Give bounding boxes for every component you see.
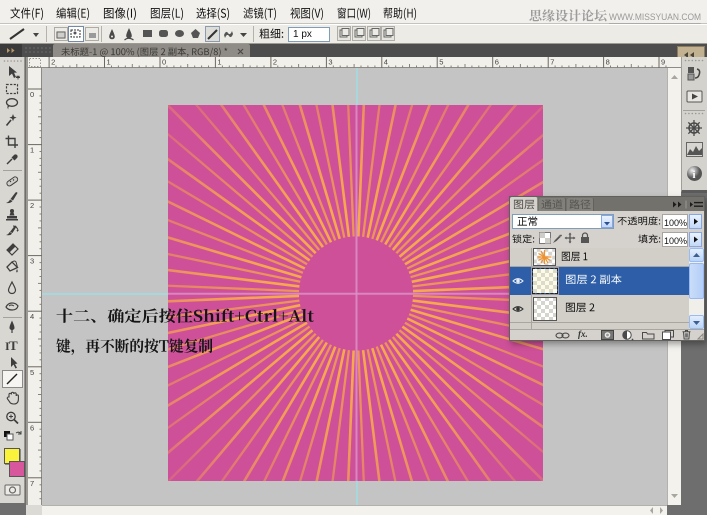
svg-text:7: 7 xyxy=(30,479,34,488)
svg-text:5: 5 xyxy=(439,58,443,67)
svg-text:4: 4 xyxy=(384,58,388,67)
svg-text:9: 9 xyxy=(661,58,665,67)
svg-text:2: 2 xyxy=(30,201,34,210)
svg-text:1: 1 xyxy=(217,58,221,67)
svg-text:2: 2 xyxy=(273,58,277,67)
svg-text:6: 6 xyxy=(495,58,499,67)
svg-text:i: i xyxy=(693,169,696,181)
svg-text:3: 3 xyxy=(30,257,34,266)
svg-text:4: 4 xyxy=(30,312,34,321)
svg-text:1: 1 xyxy=(30,146,34,155)
svg-text:T: T xyxy=(9,338,18,353)
svg-text:1: 1 xyxy=(107,58,111,67)
svg-text:5: 5 xyxy=(30,368,34,377)
svg-text:0: 0 xyxy=(162,58,166,67)
svg-text:3: 3 xyxy=(328,58,332,67)
svg-text:2: 2 xyxy=(51,58,55,67)
svg-text:7: 7 xyxy=(550,58,554,67)
svg-text:8: 8 xyxy=(606,58,610,67)
svg-text:0: 0 xyxy=(30,90,34,99)
svg-text:6: 6 xyxy=(30,423,34,432)
